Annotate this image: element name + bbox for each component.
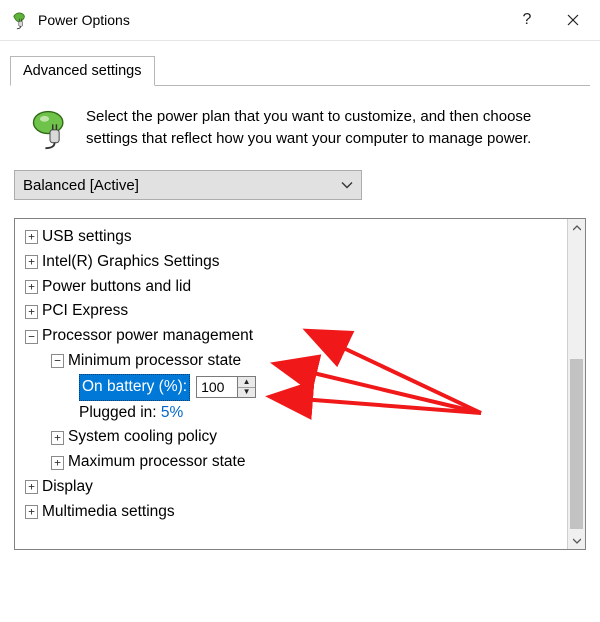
collapse-icon[interactable]: − [25,330,38,344]
expand-icon[interactable]: + [25,505,38,519]
tree-item-processor-power-management[interactable]: − Processor power management [21,324,565,349]
tree-item-on-battery[interactable]: On battery (%): ▲ ▼ [21,374,565,401]
expand-icon[interactable]: + [25,480,38,494]
power-plan-select[interactable]: Balanced [Active] [14,170,362,200]
settings-tree[interactable]: + USB settings + Intel(R) Graphics Setti… [15,219,567,549]
window-title: Power Options [38,12,504,28]
tab-strip: Advanced settings [10,55,590,86]
intro-row: Select the power plan that you want to c… [10,102,590,160]
spin-up-button[interactable]: ▲ [238,377,255,388]
tab-advanced-settings[interactable]: Advanced settings [10,56,155,86]
power-options-window: Power Options ? Advanced settings [0,0,600,622]
plan-row: Balanced [Active] [10,160,590,204]
tree-item-intel-graphics[interactable]: + Intel(R) Graphics Settings [21,250,565,275]
client-area: Advanced settings Select the power plan … [0,41,600,560]
on-battery-label: On battery (%): [79,374,190,401]
spin-down-button[interactable]: ▼ [238,388,255,398]
expand-icon[interactable]: + [25,255,38,269]
expand-icon[interactable]: + [51,456,64,470]
chevron-down-icon [341,177,353,194]
expand-icon[interactable]: + [25,305,38,319]
expand-icon[interactable]: + [51,431,64,445]
expand-icon[interactable]: + [25,280,38,294]
tree-item-display[interactable]: + Display [21,475,565,500]
on-battery-input[interactable] [196,376,238,398]
settings-tree-container: + USB settings + Intel(R) Graphics Setti… [14,218,586,550]
vertical-scrollbar[interactable] [567,219,585,549]
power-plan-value: Balanced [Active] [23,177,139,194]
scroll-thumb[interactable] [570,359,583,529]
close-button[interactable] [550,5,596,35]
plugged-in-label: Plugged in: [79,401,157,426]
intro-text: Select the power plan that you want to c… [86,106,572,150]
tree-item-power-buttons-lid[interactable]: + Power buttons and lid [21,275,565,300]
help-button[interactable]: ? [504,5,550,35]
tree-item-pci-express[interactable]: + PCI Express [21,299,565,324]
title-bar: Power Options ? [0,0,600,41]
tree-item-maximum-processor-state[interactable]: + Maximum processor state [21,450,565,475]
tree-item-minimum-processor-state[interactable]: − Minimum processor state [21,349,565,374]
tab-page: Select the power plan that you want to c… [0,86,600,560]
scroll-up-button[interactable] [568,219,585,236]
tree-item-usb-settings[interactable]: + USB settings [21,225,565,250]
power-plug-large-icon [28,106,72,150]
close-icon [567,14,579,26]
power-plug-icon [10,10,30,30]
expand-icon[interactable]: + [25,230,38,244]
tree-item-plugged-in[interactable]: Plugged in: 5% [21,401,565,426]
plugged-in-value[interactable]: 5% [161,401,183,426]
scroll-down-button[interactable] [568,532,585,549]
on-battery-spinner: ▲ ▼ [196,376,256,398]
collapse-icon[interactable]: − [51,354,64,368]
tree-item-system-cooling-policy[interactable]: + System cooling policy [21,425,565,450]
tree-item-multimedia-settings[interactable]: + Multimedia settings [21,500,565,525]
